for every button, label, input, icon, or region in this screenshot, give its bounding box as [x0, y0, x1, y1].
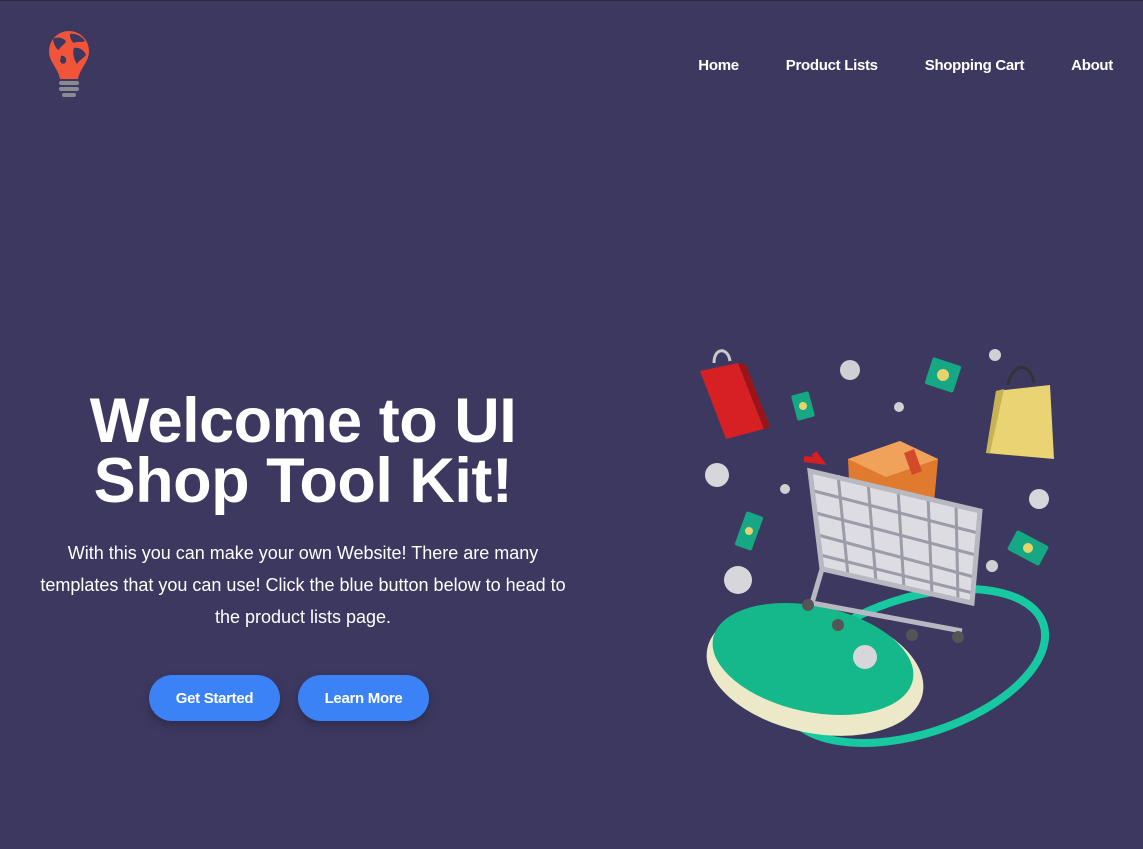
hero-description: With this you can make your own Website!…: [40, 543, 566, 627]
nav-shopping-cart-link[interactable]: Shopping Cart: [925, 57, 1025, 75]
hero-title: Welcome to UI Shop Tool Kit!: [28, 390, 578, 513]
landing-page: Home Product Lists Shopping Cart About W…: [0, 0, 1143, 849]
get-started-button[interactable]: Get Started: [149, 675, 280, 721]
hero-section: Welcome to UI Shop Tool Kit! With this y…: [28, 390, 578, 721]
hero-title-line-2: Shop Tool Kit!: [93, 446, 513, 516]
nav-about-link[interactable]: About: [1071, 57, 1113, 75]
nav-home-link[interactable]: Home: [698, 57, 739, 75]
nav-product-lists-link[interactable]: Product Lists: [786, 57, 878, 75]
lightbulb-globe-icon[interactable]: [44, 29, 94, 101]
main-nav: Home Product Lists Shopping Cart About: [651, 57, 1113, 75]
shopping-cart-illustration: [700, 349, 1054, 747]
learn-more-button[interactable]: Learn More: [298, 675, 429, 721]
hero-button-row: Get Started Learn More: [28, 675, 578, 721]
